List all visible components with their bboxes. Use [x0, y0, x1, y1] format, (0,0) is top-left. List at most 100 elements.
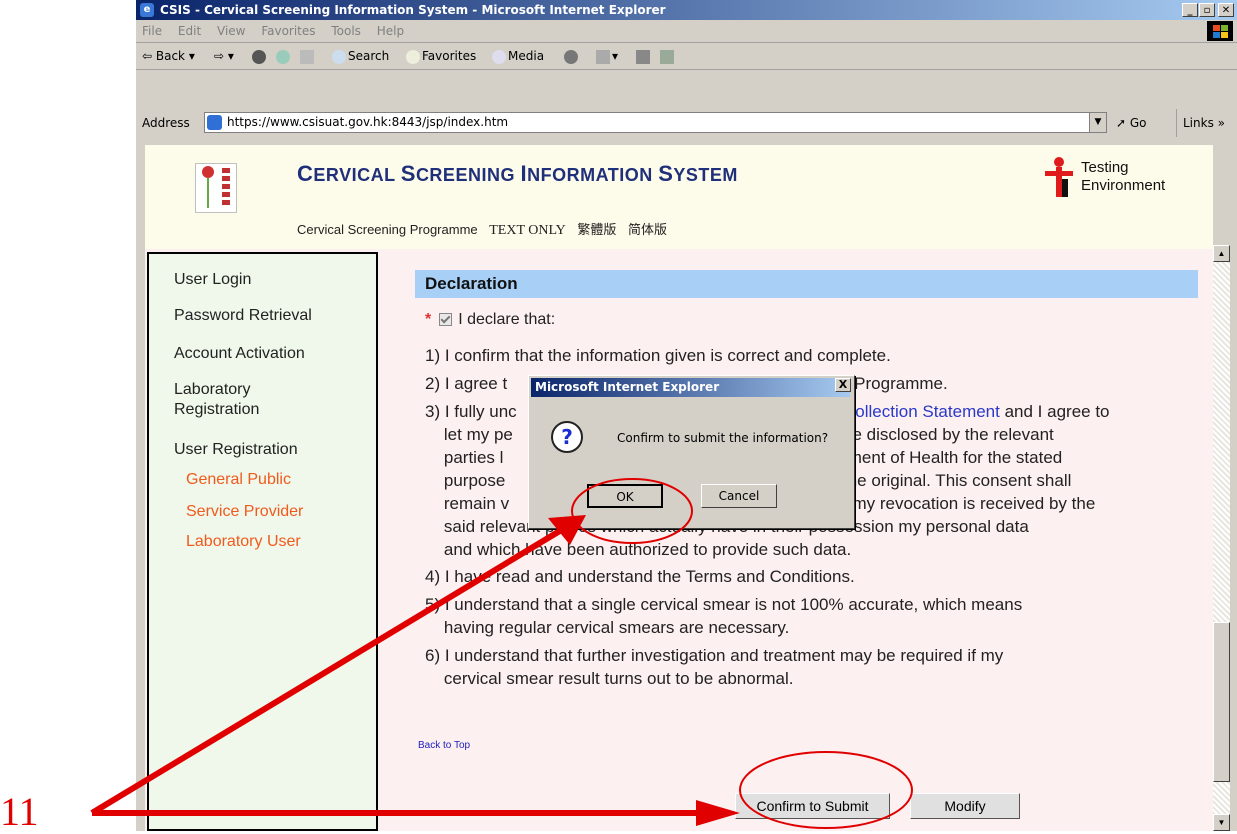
edit-button[interactable]	[660, 43, 676, 69]
sidebar-item-user-login[interactable]: User Login	[174, 270, 251, 290]
mail-icon	[596, 49, 610, 64]
site-title: CERVICAL SCREENING INFORMATION SYSTEM	[297, 161, 738, 186]
required-marker: *	[425, 311, 432, 328]
print-icon	[636, 49, 650, 64]
dialog-title: Microsoft Internet Explorer	[531, 378, 850, 397]
forward-button[interactable]: ⇨ ▾	[214, 43, 234, 69]
scroll-thumb[interactable]	[1213, 622, 1230, 782]
declaration-item-6-line-2: cervical smear result turns out to be ab…	[425, 669, 794, 688]
mail-button[interactable]: ▾	[596, 43, 618, 69]
declare-label: I declare that:	[458, 311, 556, 328]
vertical-scrollbar[interactable]: ▲ ▼	[1213, 245, 1230, 831]
address-dropdown-icon[interactable]: ▼	[1089, 113, 1106, 132]
back-button[interactable]: ⇦ Back ▾	[142, 43, 195, 69]
sidebar-item-password-retrieval[interactable]: Password Retrieval	[174, 306, 312, 326]
menu-help[interactable]: Help	[377, 24, 404, 38]
print-button[interactable]	[636, 43, 652, 69]
sidebar-item-laboratory-registration-2[interactable]: Registration	[174, 400, 259, 420]
home-button[interactable]	[300, 43, 316, 69]
home-icon	[300, 49, 314, 64]
declaration-heading: Declaration	[415, 270, 1198, 298]
standard-toolbar: ⇦ Back ▾ ⇨ ▾ Search Favorites Media ▾	[136, 43, 1237, 70]
site-header: CERVICAL SCREENING INFORMATION SYSTEM Ce…	[145, 145, 1213, 249]
declaration-item-3: 3) I fully unc Collection Statement and I…	[425, 402, 1110, 421]
question-icon: ?	[551, 421, 583, 453]
main-panel: Declaration * I declare that: 1) I confir…	[380, 252, 1198, 831]
address-bar: Address https://www.csisuat.gov.hk:8443/…	[136, 109, 1237, 137]
history-icon	[564, 49, 578, 64]
sidebar-item-laboratory-registration[interactable]: Laboratory	[174, 380, 251, 400]
site-nav: Cervical Screening Programme TEXT ONLY 繁…	[297, 219, 675, 239]
nav-simplified-chinese-link[interactable]: 简体版	[628, 222, 667, 237]
sidebar-item-user-registration[interactable]: User Registration	[174, 440, 298, 460]
step-number: 11	[0, 789, 39, 834]
stop-button[interactable]	[252, 43, 268, 69]
menu-edit[interactable]: Edit	[178, 24, 201, 38]
scroll-down-icon[interactable]: ▼	[1213, 814, 1230, 831]
ie-icon: e	[140, 3, 154, 17]
dialog-ok-button[interactable]: OK	[587, 484, 663, 508]
windows-logo-icon	[1207, 21, 1233, 41]
title-bar: e CSIS - Cervical Screening Information …	[136, 0, 1237, 20]
confirm-submit-button[interactable]: Confirm to Submit	[735, 793, 890, 819]
confirm-dialog: Microsoft Internet Explorer X ? Confirm …	[528, 375, 855, 529]
sidebar-subitem-laboratory-user[interactable]: Laboratory User	[186, 532, 301, 552]
refresh-icon	[276, 49, 290, 64]
declaration-item-3-line-4: purpose the original. This consent shall	[425, 471, 1072, 490]
health-department-icon	[1045, 157, 1073, 197]
dialog-cancel-button[interactable]: Cancel	[701, 484, 777, 508]
sidebar-subitem-service-provider[interactable]: Service Provider	[186, 502, 303, 522]
refresh-button[interactable]	[276, 43, 292, 69]
nav-programme-link[interactable]: Cervical Screening Programme	[297, 222, 478, 237]
scroll-up-icon[interactable]: ▲	[1213, 245, 1230, 262]
menu-view[interactable]: View	[217, 24, 245, 38]
declaration-item-6: 6) I understand that further investigati…	[425, 646, 1004, 665]
favorites-icon	[406, 49, 420, 64]
links-button[interactable]: Links »	[1176, 109, 1225, 137]
declaration-item-3-line-2: let my pe be disclosed by the relevant	[425, 425, 1054, 444]
favorites-button[interactable]: Favorites	[406, 43, 476, 69]
menu-bar: File Edit View Favorites Tools Help	[136, 20, 1237, 43]
nav-traditional-chinese-link[interactable]: 繁體版	[577, 222, 616, 237]
declare-checkbox-row: * I declare that:	[425, 310, 555, 330]
search-icon	[332, 49, 346, 64]
back-to-top-link[interactable]: Back to Top	[418, 740, 470, 751]
modify-button[interactable]: Modify	[910, 793, 1020, 819]
media-icon	[492, 49, 506, 64]
page-icon	[207, 115, 222, 130]
menu-favorites[interactable]: Favorites	[261, 24, 315, 38]
close-button[interactable]: ✕	[1218, 3, 1234, 17]
address-url: https://www.csisuat.gov.hk:8443/jsp/inde…	[227, 115, 509, 129]
media-button[interactable]: Media	[492, 43, 544, 69]
minimize-button[interactable]: _	[1182, 3, 1198, 17]
declaration-item-3-line-5: remain vf my revocation is received by t…	[425, 494, 1096, 513]
stop-icon	[252, 49, 266, 64]
menu-file[interactable]: File	[142, 24, 162, 38]
sidebar: User Login Password Retrieval Account Ac…	[147, 252, 378, 831]
maximize-button[interactable]: ▫	[1199, 3, 1215, 17]
go-button[interactable]: ➚ Go	[1116, 109, 1147, 137]
programme-logo	[195, 163, 237, 213]
declaration-item-3-line-7: and which have been authorized to provid…	[425, 540, 852, 559]
history-button[interactable]	[564, 43, 580, 69]
declaration-item-5-line-2: having regular cervical smears are neces…	[425, 618, 790, 637]
testing-environment-badge: Testing Environment	[1045, 157, 1213, 197]
address-input[interactable]: https://www.csisuat.gov.hk:8443/jsp/inde…	[204, 112, 1107, 133]
menu-tools[interactable]: Tools	[331, 24, 361, 38]
dialog-close-button[interactable]: X	[835, 378, 851, 392]
edit-icon	[660, 49, 674, 64]
declaration-item-5: 5) I understand that a single cervical s…	[425, 595, 1023, 614]
window-title: CSIS - Cervical Screening Information Sy…	[160, 3, 666, 17]
collection-statement-link[interactable]: Collection Statement	[843, 402, 1000, 421]
declaration-item-3-line-3: parties l tment of Health for the stated	[425, 448, 1063, 467]
flower-icon	[202, 166, 214, 178]
declaration-item-2: 2) I agree tg Programme.	[425, 374, 948, 393]
declaration-item-1: 1) I confirm that the information given …	[425, 346, 891, 365]
nav-text-only-link[interactable]: TEXT ONLY	[489, 223, 566, 238]
sidebar-subitem-general-public[interactable]: General Public	[186, 470, 291, 490]
declaration-item-4: 4) I have read and understand the Terms …	[425, 567, 855, 586]
search-button[interactable]: Search	[332, 43, 389, 69]
dialog-message: Confirm to submit the information?	[617, 431, 829, 445]
sidebar-item-account-activation[interactable]: Account Activation	[174, 344, 305, 364]
declare-checkbox[interactable]	[439, 313, 453, 327]
